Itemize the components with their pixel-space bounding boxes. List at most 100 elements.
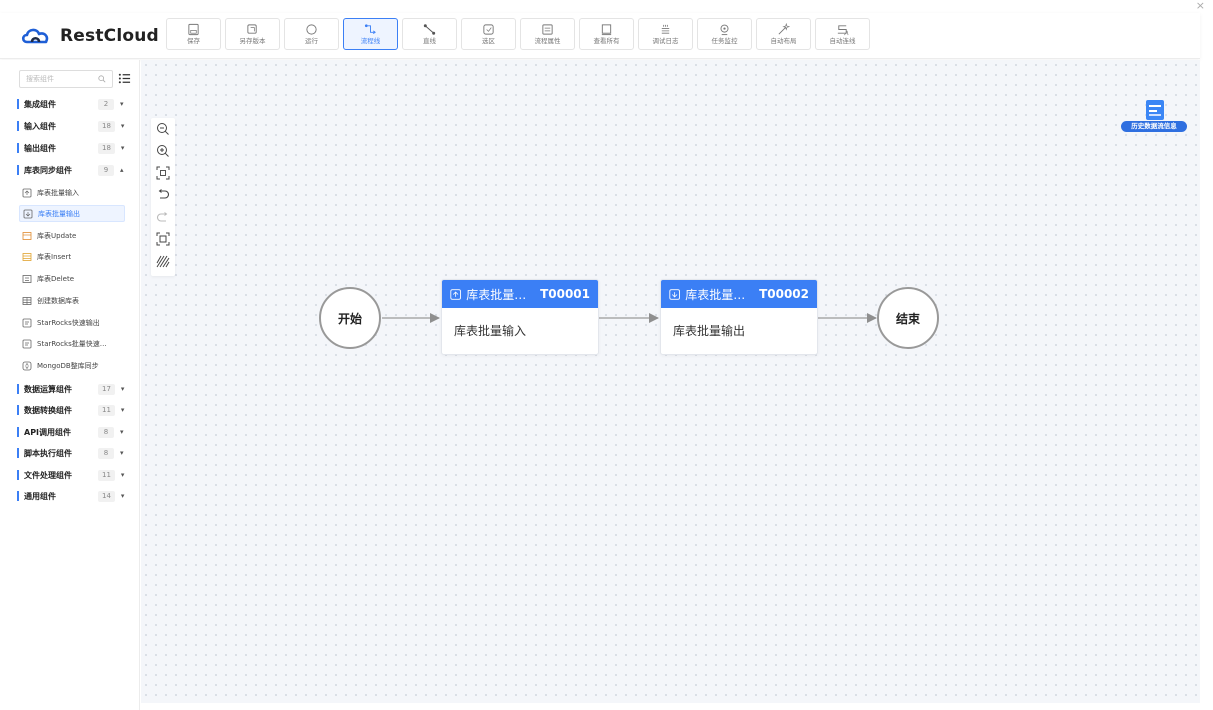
starrocks-icon [22, 318, 32, 327]
brand-logo: RestCloud [20, 23, 159, 49]
group-count-badge: 8 [98, 447, 114, 459]
component-item[interactable]: 库表批量输入 [19, 184, 125, 201]
group-integration[interactable]: 集成组件 2 ▾ [17, 97, 127, 111]
starrocks-icon [22, 339, 32, 348]
group-transform[interactable]: 数据转换组件 11 ▾ [17, 403, 127, 417]
select-area-icon [482, 23, 496, 36]
history-dataflow-button[interactable]: 历史数据流信息 [1121, 96, 1187, 134]
magic-wand-icon [777, 23, 791, 36]
table-update-icon [22, 231, 32, 240]
app-root: × RestCloud 保存 另存版本 运行 流程线 直线 选区 流程属性 查看… [0, 0, 1213, 710]
canvas-tools [151, 118, 175, 276]
auto-layout-button[interactable]: 自动布局 [756, 18, 811, 50]
search-placeholder: 搜索组件 [26, 75, 54, 83]
end-node[interactable]: 结束 [877, 287, 939, 349]
group-table-sync[interactable]: 库表同步组件 9 ▴ [17, 163, 127, 177]
batch-output-icon [669, 288, 680, 300]
batch-input-icon [450, 288, 461, 300]
view-all-button[interactable]: 查看所有 [579, 18, 634, 50]
task-monitor-button[interactable]: 任务监控 [697, 18, 752, 50]
group-count-badge: 11 [98, 404, 115, 416]
component-item[interactable]: 库表Insert [19, 248, 125, 265]
chevron-down-icon: ▾ [120, 471, 125, 479]
group-compute[interactable]: 数据运算组件 17 ▾ [17, 382, 127, 396]
toolbar-buttons: 保存 另存版本 运行 流程线 直线 选区 流程属性 查看所有 调试日志 任务监控… [166, 18, 870, 50]
chevron-down-icon: ▾ [120, 122, 125, 130]
save-button[interactable]: 保存 [166, 18, 221, 50]
save-icon [187, 23, 201, 36]
table-delete-icon [22, 274, 32, 283]
search-icon [98, 75, 106, 83]
task-node-t00001[interactable]: 库表批量… T00001 库表批量输入 [441, 279, 599, 355]
task-node-title: 库表批量… [685, 287, 746, 302]
task-node-header: 库表批量… T00001 [442, 280, 598, 308]
run-button[interactable]: 运行 [284, 18, 339, 50]
task-node-id: T00002 [759, 287, 809, 301]
actual-size-icon[interactable] [156, 232, 170, 246]
flow-properties-button[interactable]: 流程属性 [520, 18, 575, 50]
flowline-button[interactable]: 流程线 [343, 18, 398, 50]
group-count-badge: 18 [98, 120, 115, 132]
group-general[interactable]: 通用组件 14 ▾ [17, 489, 127, 503]
table-insert-icon [22, 252, 32, 261]
group-count-badge: 2 [98, 98, 114, 110]
task-node-id: T00001 [540, 287, 590, 301]
undo-icon[interactable] [156, 188, 170, 202]
component-item[interactable]: StarRocks快速输出 [19, 314, 125, 331]
properties-icon [541, 23, 555, 36]
chevron-up-icon: ▴ [120, 166, 124, 174]
grid-toggle-icon[interactable] [156, 254, 170, 268]
component-item-selected[interactable]: 库表批量输出 [19, 205, 125, 222]
straight-line-button[interactable]: 直线 [402, 18, 457, 50]
group-script[interactable]: 脚本执行组件 8 ▾ [17, 446, 127, 460]
auto-connect-button[interactable]: 自动连线 [815, 18, 870, 50]
select-area-button[interactable]: 选区 [461, 18, 516, 50]
component-item[interactable]: 创建数据库表 [19, 292, 125, 309]
zoom-in-icon[interactable] [156, 144, 170, 158]
chevron-down-icon: ▾ [120, 406, 125, 414]
chevron-down-icon: ▾ [120, 100, 124, 108]
monitor-icon [718, 23, 732, 36]
debug-log-button[interactable]: 调试日志 [638, 18, 693, 50]
task-node-header: 库表批量… T00002 [661, 280, 817, 308]
component-item[interactable]: 库表Update [19, 227, 125, 244]
task-node-body: 库表批量输入 [454, 324, 527, 338]
group-count-badge: 8 [98, 426, 114, 438]
chevron-down-icon: ▾ [120, 492, 125, 500]
group-count-badge: 11 [98, 469, 115, 481]
zoom-out-icon[interactable] [156, 122, 170, 136]
chevron-down-icon: ▾ [120, 428, 124, 436]
log-icon [659, 23, 673, 36]
group-api[interactable]: API调用组件 8 ▾ [17, 425, 127, 439]
flowline-icon [364, 23, 378, 36]
start-node[interactable]: 开始 [319, 287, 381, 349]
task-node-body: 库表批量输出 [673, 324, 746, 338]
group-count-badge: 14 [98, 490, 115, 502]
group-output[interactable]: 输出组件 18 ▾ [17, 141, 127, 155]
history-dataflow-icon [1146, 100, 1164, 120]
save-version-button[interactable]: 另存版本 [225, 18, 280, 50]
copy-icon [246, 23, 260, 36]
fit-view-icon[interactable] [156, 166, 170, 180]
search-input[interactable]: 搜索组件 [19, 70, 113, 88]
task-node-title: 库表批量… [466, 287, 527, 302]
flow-canvas[interactable] [141, 60, 1200, 703]
component-item[interactable]: 库表Delete [19, 270, 125, 287]
task-node-t00002[interactable]: 库表批量… T00002 库表批量输出 [660, 279, 818, 355]
brand-name: RestCloud [60, 26, 159, 46]
chevron-down-icon: ▾ [120, 449, 124, 457]
cloud-logo-icon [21, 28, 49, 44]
group-file[interactable]: 文件处理组件 11 ▾ [17, 468, 127, 482]
list-view-icon[interactable] [118, 72, 131, 85]
straight-line-icon [423, 23, 437, 36]
group-count-badge: 9 [98, 164, 114, 176]
top-toolbar: RestCloud 保存 另存版本 运行 流程线 直线 选区 流程属性 查看所有… [0, 13, 1200, 59]
redo-icon[interactable] [156, 210, 170, 224]
component-item[interactable]: MongoDB整库同步 [19, 357, 125, 374]
group-input[interactable]: 输入组件 18 ▾ [17, 119, 127, 133]
group-count-badge: 18 [98, 142, 115, 154]
mongodb-icon [22, 361, 32, 370]
group-count-badge: 17 [98, 383, 115, 395]
close-icon[interactable]: × [1196, 0, 1205, 12]
component-item[interactable]: StarRocks批量快速… [19, 335, 125, 352]
